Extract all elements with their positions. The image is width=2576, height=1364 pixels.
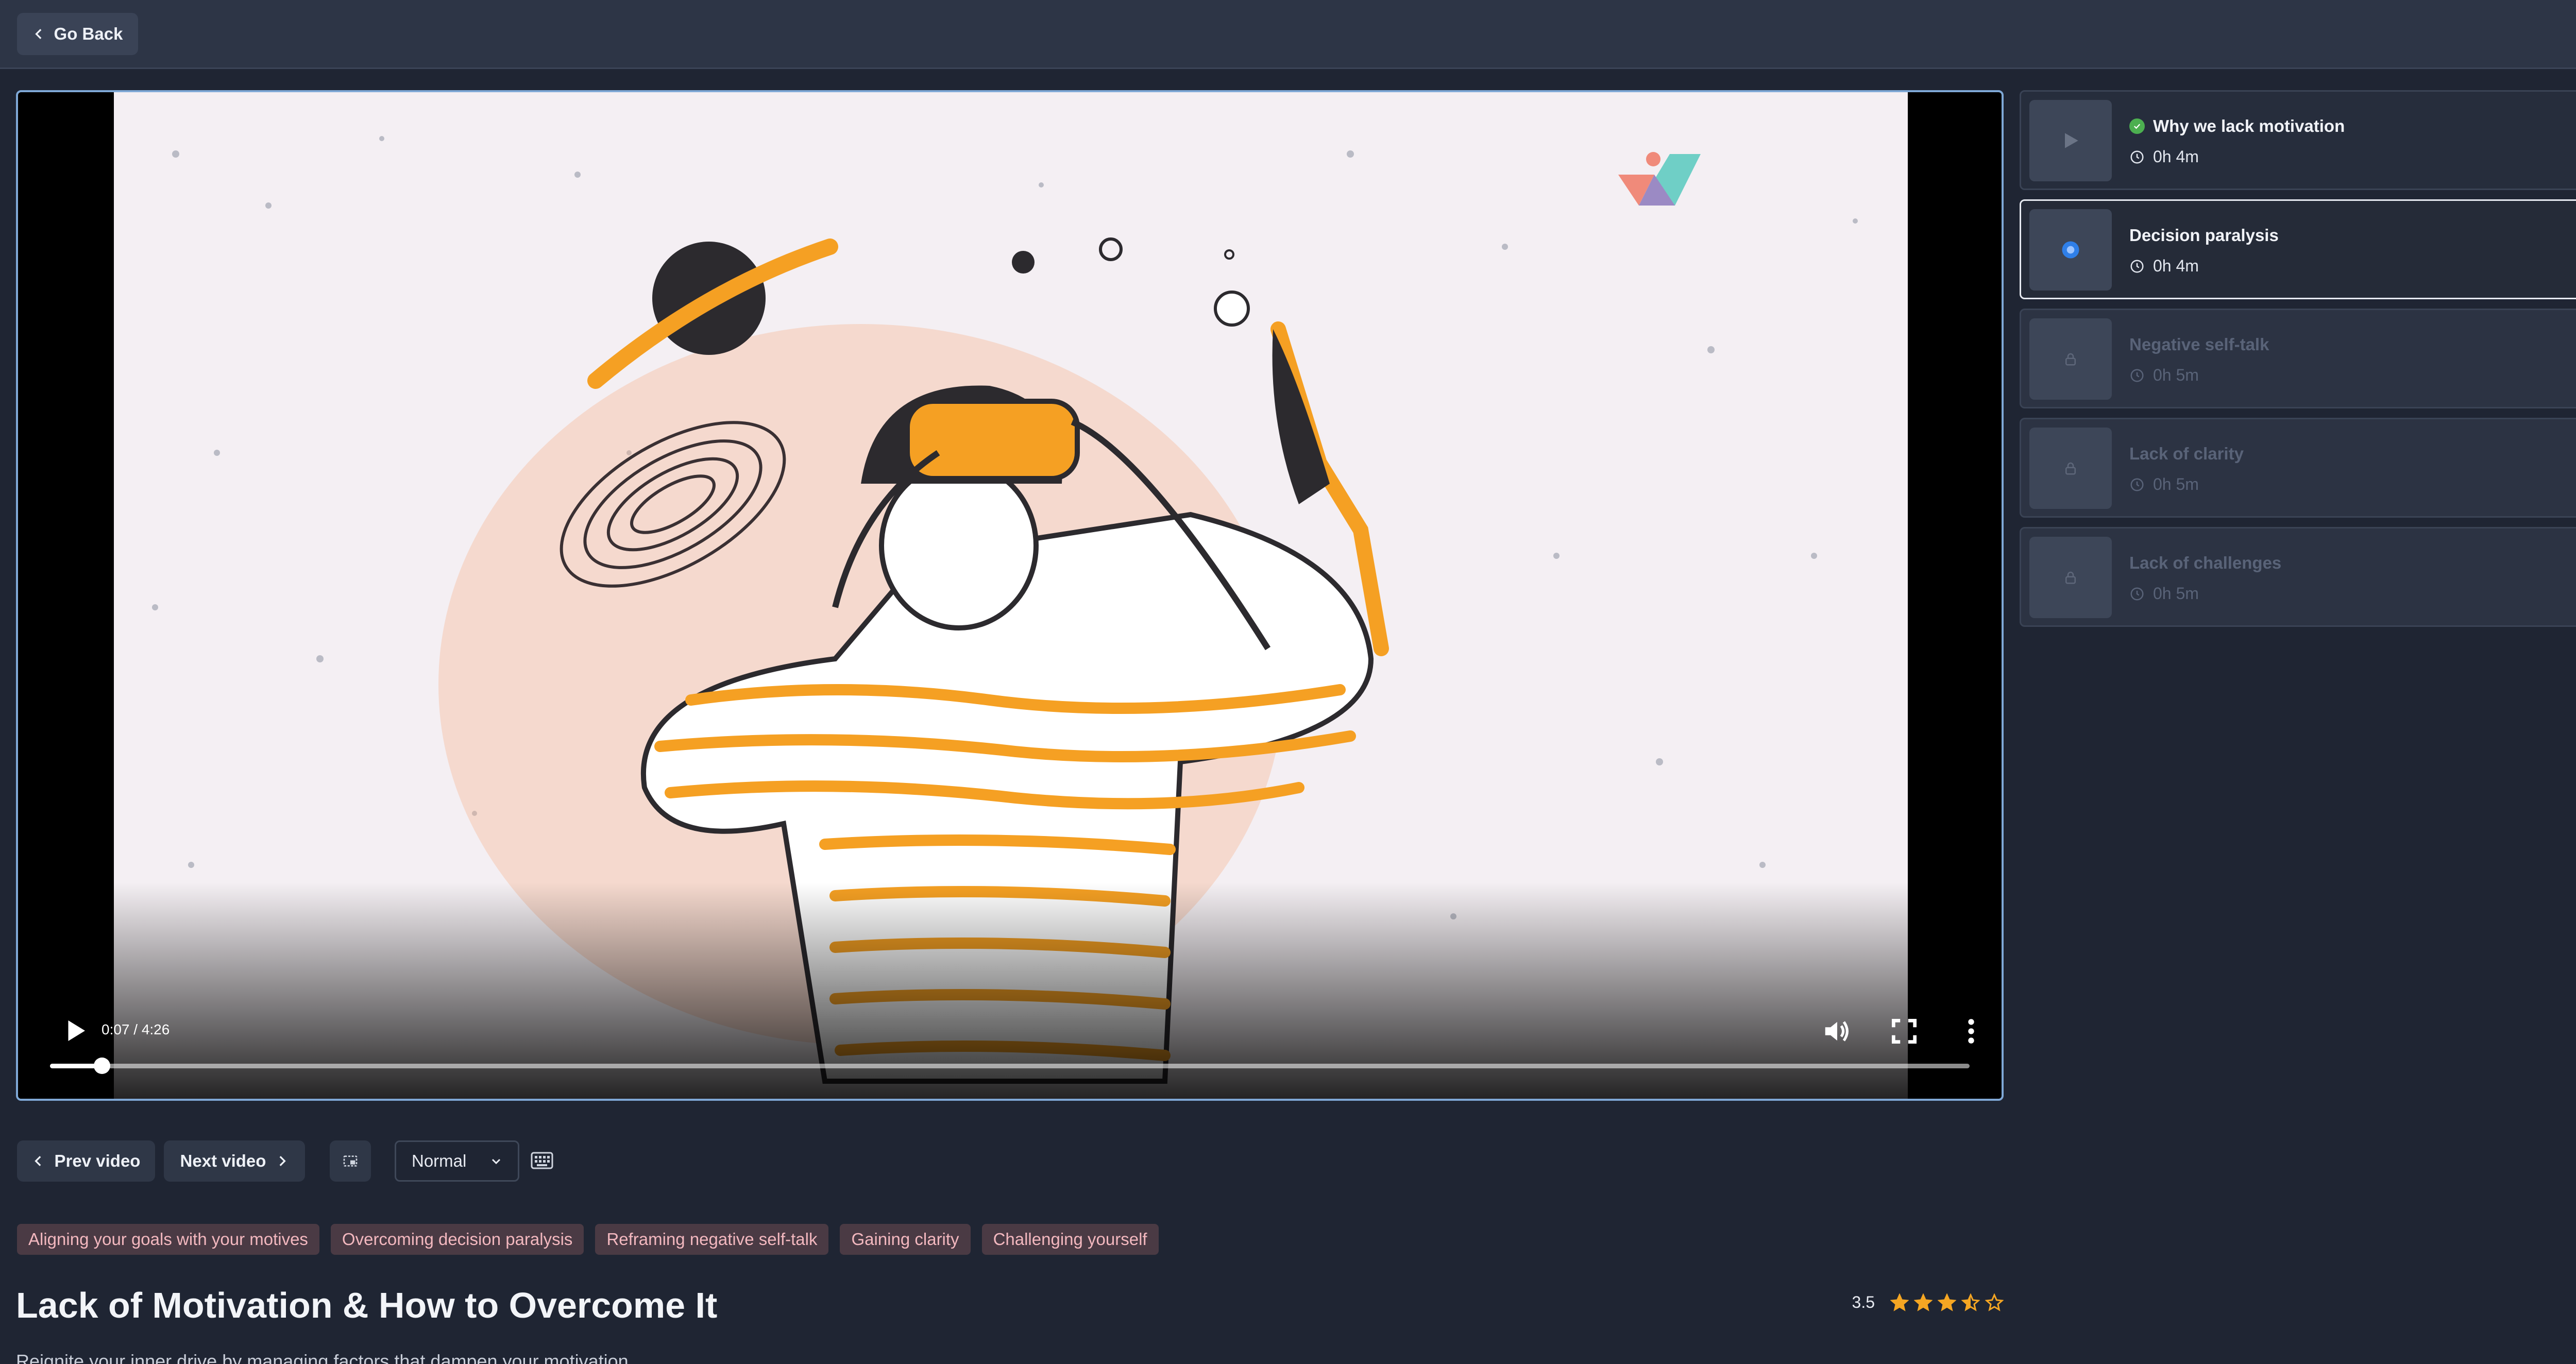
playlist-item-duration: 0h 5m	[2129, 475, 2199, 494]
prev-video-button[interactable]: Prev video	[17, 1140, 155, 1182]
clock-icon	[2130, 150, 2144, 163]
play-icon[interactable]	[59, 1015, 90, 1046]
rating-stars	[1890, 1293, 2004, 1312]
star-empty-icon	[1985, 1293, 2004, 1311]
course-title: Lack of Motivation & How to Overcome It	[16, 1285, 718, 1325]
picture-in-picture-button[interactable]	[330, 1140, 371, 1182]
playlist-item-duration: 0h 4m	[2129, 257, 2199, 276]
star-full-icon	[1938, 1293, 1956, 1311]
now-playing-icon	[2062, 241, 2079, 259]
volume-icon[interactable]	[1821, 1015, 1853, 1047]
fullscreen-icon[interactable]	[1888, 1015, 1920, 1047]
lesson-duration: 0h 5m	[2153, 475, 2199, 493]
top-bar: Go Back	[0, 0, 2576, 69]
playlist-item-4[interactable]: Lack of clarity 0h 5m	[2020, 418, 2576, 518]
lesson-duration: 0h 4m	[2153, 147, 2199, 166]
lock-icon	[2065, 353, 2076, 366]
clock-icon	[2130, 587, 2144, 600]
go-back-label: Go Back	[54, 24, 123, 43]
time-readout: 0:07 / 4:26	[101, 1021, 170, 1037]
lesson-playlist: Why we lack motivation 0h 4m Decision pa…	[2020, 90, 2576, 636]
playback-speed-value: Normal	[412, 1151, 467, 1170]
lesson-title: Decision paralysis	[2129, 226, 2279, 245]
topic-tag[interactable]: Gaining clarity	[840, 1224, 971, 1255]
keyboard-shortcuts-icon[interactable]	[531, 1152, 553, 1169]
topic-tag[interactable]: Challenging yourself	[981, 1224, 1159, 1255]
next-video-button[interactable]: Next video	[164, 1140, 305, 1182]
playlist-item-duration: 0h 5m	[2129, 584, 2199, 603]
lesson-duration: 0h 5m	[2153, 366, 2199, 384]
lesson-duration: 0h 4m	[2153, 257, 2199, 275]
video-controls: 0:07 / 4:26	[18, 1006, 2002, 1099]
clock-icon	[2130, 478, 2144, 491]
playlist-item-title: Decision paralysis	[2129, 226, 2279, 245]
next-video-label: Next video	[180, 1151, 266, 1170]
pip-icon	[343, 1155, 358, 1167]
playlist-item-3[interactable]: Negative self-talk 0h 5m	[2020, 309, 2576, 408]
playlist-item-duration: 0h 4m	[2129, 147, 2199, 166]
chevron-left-icon	[34, 1156, 41, 1166]
completed-check-icon	[2129, 118, 2145, 134]
more-options-icon[interactable]	[1955, 1015, 1987, 1047]
lock-icon	[2065, 571, 2076, 584]
playlist-item-2[interactable]: Decision paralysis 0h 4m	[2020, 199, 2576, 299]
lock-icon	[2065, 462, 2076, 475]
progress-knob[interactable]	[93, 1058, 110, 1074]
lesson-duration: 0h 5m	[2153, 584, 2199, 603]
chevron-right-icon	[280, 1156, 286, 1166]
playlist-item-title: Why we lack motivation	[2129, 116, 2345, 136]
lesson-thumbnail	[2029, 428, 2112, 509]
playlist-item-title: Lack of challenges	[2129, 553, 2281, 573]
topic-tag[interactable]: Aligning your goals with your motives	[17, 1224, 319, 1255]
lesson-title: Lack of challenges	[2129, 553, 2282, 572]
star-full-icon	[1890, 1293, 1909, 1311]
playlist-item-title: Lack of clarity	[2129, 444, 2244, 464]
clock-icon	[2130, 260, 2144, 272]
go-back-button[interactable]: Go Back	[17, 13, 138, 55]
lesson-title: Negative self-talk	[2129, 335, 2269, 354]
play-icon	[2065, 133, 2078, 148]
chevron-down-icon	[492, 1158, 501, 1165]
star-half-icon	[1961, 1293, 1980, 1311]
topic-tags: Aligning your goals with your motives Ov…	[17, 1224, 1159, 1255]
playback-speed-select[interactable]: Normal	[395, 1140, 519, 1182]
playlist-item-5[interactable]: Lack of challenges 0h 5m	[2020, 527, 2576, 627]
topic-tag[interactable]: Overcoming decision paralysis	[330, 1224, 584, 1255]
playlist-item-duration: 0h 5m	[2129, 366, 2199, 385]
lesson-thumbnail	[2029, 318, 2112, 400]
progress-bar[interactable]	[50, 1058, 1970, 1074]
course-rating: 3.5	[1852, 1293, 2004, 1312]
prev-video-label: Prev video	[54, 1151, 141, 1170]
star-full-icon	[1914, 1293, 1933, 1311]
lesson-title: Lack of clarity	[2129, 444, 2244, 463]
video-player[interactable]: 0:07 / 4:26	[16, 90, 2004, 1101]
clock-icon	[2130, 369, 2144, 382]
topic-tag[interactable]: Reframing negative self-talk	[595, 1224, 829, 1255]
chevron-left-icon	[35, 29, 41, 39]
lesson-thumbnail	[2029, 209, 2112, 291]
playlist-item-title: Negative self-talk	[2129, 335, 2269, 354]
course-subtitle: Reignite your inner drive by managing fa…	[16, 1351, 634, 1364]
lesson-thumbnail	[2029, 537, 2112, 618]
playlist-item-1[interactable]: Why we lack motivation 0h 4m	[2020, 90, 2576, 190]
rating-value: 3.5	[1852, 1293, 1875, 1311]
lesson-thumbnail	[2029, 100, 2112, 181]
lesson-title: Why we lack motivation	[2153, 116, 2345, 135]
